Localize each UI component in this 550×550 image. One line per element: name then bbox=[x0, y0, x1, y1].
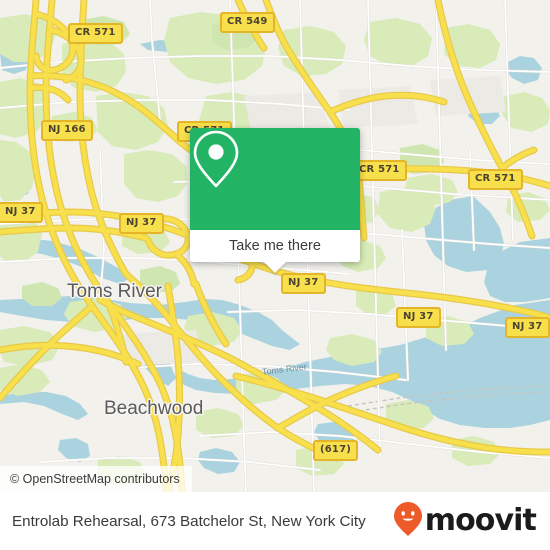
road-shield-nj-37[interactable]: NJ 37 bbox=[281, 273, 326, 294]
moovit-pin-smiley-icon bbox=[393, 501, 423, 542]
road-shield-nj-37[interactable]: NJ 37 bbox=[396, 307, 441, 328]
road-shield-nj-166[interactable]: NJ 166 bbox=[41, 120, 93, 141]
road-shield-nj-37[interactable]: NJ 37 bbox=[119, 213, 164, 234]
popup-tail-pointer bbox=[264, 262, 286, 273]
road-shield-nj-37[interactable]: NJ 37 bbox=[505, 317, 550, 338]
map-attribution[interactable]: © OpenStreetMap contributors bbox=[0, 466, 192, 492]
take-me-there-label: Take me there bbox=[229, 238, 321, 254]
road-shield-617[interactable]: (617) bbox=[313, 440, 359, 461]
popup-footer[interactable]: Take me there bbox=[190, 230, 360, 273]
road-shield-cr-571[interactable]: CR 571 bbox=[352, 160, 407, 181]
footer-bar: Entrolab Rehearsal, 673 Batchelor St, Ne… bbox=[0, 492, 550, 550]
moovit-logo[interactable]: moovit bbox=[393, 501, 537, 542]
place-label-toms-river: Toms River bbox=[67, 281, 163, 302]
place-label-beachwood: Beachwood bbox=[104, 398, 204, 419]
road-shield-nj-37[interactable]: NJ 37 bbox=[0, 202, 43, 223]
map-canvas[interactable]: .water { fill:#aad3df; } .park { fill:#d… bbox=[0, 0, 550, 492]
location-popup-card[interactable]: Take me there bbox=[190, 128, 360, 273]
location-title: Entrolab Rehearsal, 673 Batchelor St, Ne… bbox=[12, 512, 366, 530]
road-shield-cr-571[interactable]: CR 571 bbox=[468, 169, 523, 190]
map-screenshot: .water { fill:#aad3df; } .park { fill:#d… bbox=[0, 0, 550, 550]
attribution-text: © OpenStreetMap contributors bbox=[10, 472, 180, 486]
road-shield-cr-571[interactable]: CR 571 bbox=[68, 23, 123, 44]
road-shield-cr-549[interactable]: CR 549 bbox=[220, 12, 275, 33]
popup-image-placeholder bbox=[190, 128, 360, 230]
moovit-wordmark: moovit bbox=[424, 503, 537, 538]
